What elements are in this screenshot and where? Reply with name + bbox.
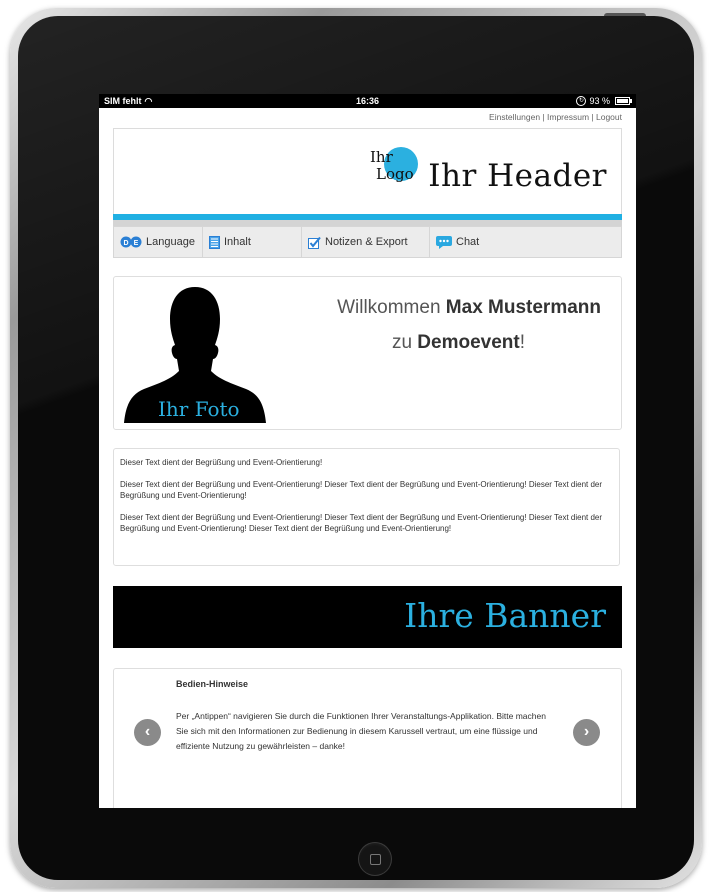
event-name: Demoevent [417, 332, 520, 353]
banner[interactable]: Ihre Banner [113, 586, 622, 648]
imprint-link[interactable]: Impressum [547, 112, 589, 122]
status-time: 16:36 [355, 96, 380, 106]
nav-item-language[interactable]: D E Language [114, 227, 203, 257]
app-screen: SIM fehlt ◠ 16:36 ↻ 93 % Einstellungen | … [99, 94, 636, 808]
carousel-next-icon[interactable]: › [573, 719, 600, 746]
photo-label: Ihr Foto [158, 397, 240, 421]
logout-link[interactable]: Logout [596, 112, 622, 122]
user-name: Max Mustermann [445, 297, 601, 318]
nav-item-inhalt[interactable]: Inhalt [203, 227, 302, 257]
header-title: Ihr Header [428, 158, 607, 194]
settings-link[interactable]: Einstellungen [489, 112, 540, 122]
top-links: Einstellungen | Impressum | Logout [489, 112, 622, 122]
rotation-lock-icon: ↻ [576, 96, 587, 106]
hints-title: Bedien-Hinweise [176, 679, 249, 689]
welcome-panel: Ihr Foto Willkommen Max Mustermann zu De… [113, 276, 622, 430]
svg-text:E: E [134, 240, 139, 247]
battery-icon [615, 97, 632, 105]
header: Ihr Logo Ihr Header [113, 128, 622, 215]
nav-item-chat[interactable]: Chat [430, 227, 621, 257]
nav-item-notizen-export[interactable]: Notizen & Export [302, 227, 430, 257]
hints-carousel: Bedien-Hinweise Per „Antippen“ navigiere… [113, 668, 622, 808]
chat-bubble-icon [436, 235, 452, 249]
intro-text-panel: Dieser Text dient der Begrüßung und Even… [113, 448, 620, 566]
main-nav: D E Language Inhalt Notizen & Export Cha… [113, 226, 622, 258]
logo[interactable]: Ihr Logo [370, 149, 414, 183]
home-button[interactable] [358, 842, 392, 876]
banner-text: Ihre Banner [404, 596, 606, 635]
profile-photo-placeholder: Ihr Foto [120, 283, 270, 423]
welcome-greeting: Willkommen Max Mustermann [337, 297, 601, 318]
checkbox-icon [308, 236, 321, 249]
carousel-prev-icon[interactable]: ‹ [134, 719, 161, 746]
intro-paragraph: Dieser Text dient der Begrüßung und Even… [120, 458, 323, 467]
document-icon [209, 235, 220, 249]
welcome-event: zu Demoevent! [391, 332, 525, 353]
language-flags-icon: D E [120, 236, 142, 248]
status-bar: SIM fehlt ◠ 16:36 ↻ 93 % [99, 94, 636, 108]
intro-paragraph: Dieser Text dient der Begrüßung und Even… [120, 513, 603, 533]
home-button-icon [369, 853, 381, 865]
intro-paragraph: Dieser Text dient der Begrüßung und Even… [120, 480, 603, 500]
hints-text: Per „Antippen“ navigieren Sie durch die … [176, 711, 546, 751]
battery-percent: 93 % [589, 96, 610, 106]
svg-text:D: D [123, 240, 128, 247]
